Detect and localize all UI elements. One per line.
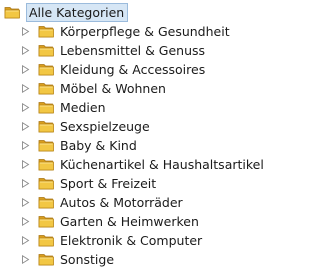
folder-icon <box>38 26 54 38</box>
folder-icon <box>38 102 54 114</box>
tree-item-label[interactable]: Sonstige <box>60 251 114 268</box>
tree-item-label[interactable]: Körperpflege & Gesundheit <box>60 23 230 40</box>
expand-triangle-icon[interactable] <box>21 27 30 36</box>
tree-item-label[interactable]: Lebensmittel & Genuss <box>60 42 205 59</box>
folder-icon <box>38 159 54 171</box>
tree-item-label[interactable]: Sexspielzeuge <box>60 118 150 135</box>
tree-item-label[interactable]: Sport & Freizeit <box>60 175 156 192</box>
tree-item[interactable]: Baby & Kind <box>0 136 324 155</box>
tree-item-label[interactable]: Möbel & Wohnen <box>60 80 166 97</box>
folder-icon <box>38 178 54 190</box>
expand-triangle-icon[interactable] <box>21 236 30 245</box>
expand-triangle-icon[interactable] <box>21 84 30 93</box>
tree-item[interactable]: Garten & Heimwerken <box>0 212 324 231</box>
tree-item[interactable]: Sonstige <box>0 250 324 269</box>
tree-item-label[interactable]: Kleidung & Accessoires <box>60 61 205 78</box>
tree-item-label[interactable]: Medien <box>60 99 106 116</box>
folder-icon <box>38 45 54 57</box>
folder-icon <box>38 235 54 247</box>
expand-triangle-icon[interactable] <box>21 141 30 150</box>
expand-triangle-icon[interactable] <box>21 198 30 207</box>
tree-item[interactable]: Küchenartikel & Haushaltsartikel <box>0 155 324 174</box>
expand-triangle-icon[interactable] <box>21 255 30 264</box>
folder-icon <box>38 216 54 228</box>
folder-icon <box>38 121 54 133</box>
tree-item[interactable]: Elektronik & Computer <box>0 231 324 250</box>
tree-item[interactable]: Kleidung & Accessoires <box>0 60 324 79</box>
tree-item[interactable]: Möbel & Wohnen <box>0 79 324 98</box>
folder-icon <box>38 64 54 76</box>
expand-triangle-icon[interactable] <box>21 103 30 112</box>
tree-root[interactable]: Alle Kategorien <box>4 2 129 22</box>
tree-item[interactable]: Autos & Motorräder <box>0 193 324 212</box>
tree-item[interactable]: Medien <box>0 98 324 117</box>
tree-item-label[interactable]: Autos & Motorräder <box>60 194 183 211</box>
expand-triangle-icon[interactable] <box>21 46 30 55</box>
folder-icon <box>38 254 54 266</box>
tree-item[interactable]: Lebensmittel & Genuss <box>0 41 324 60</box>
tree-item-label[interactable]: Küchenartikel & Haushaltsartikel <box>60 156 264 173</box>
expand-triangle-icon[interactable] <box>21 160 30 169</box>
tree-item-label[interactable]: Baby & Kind <box>60 137 137 154</box>
folder-icon <box>38 140 54 152</box>
expand-triangle-icon[interactable] <box>21 179 30 188</box>
expand-triangle-icon[interactable] <box>21 217 30 226</box>
tree-item[interactable]: Körperpflege & Gesundheit <box>0 22 324 41</box>
expand-triangle-icon[interactable] <box>21 65 30 74</box>
expand-triangle-icon[interactable] <box>21 122 30 131</box>
folder-icon <box>38 197 54 209</box>
tree-item-label[interactable]: Elektronik & Computer <box>60 232 202 249</box>
folder-icon <box>4 7 20 19</box>
tree-item[interactable]: Sexspielzeuge <box>0 117 324 136</box>
folder-icon <box>38 83 54 95</box>
tree-item-label[interactable]: Garten & Heimwerken <box>60 213 199 230</box>
tree-item[interactable]: Sport & Freizeit <box>0 174 324 193</box>
tree-root-label[interactable]: Alle Kategorien <box>26 2 129 22</box>
